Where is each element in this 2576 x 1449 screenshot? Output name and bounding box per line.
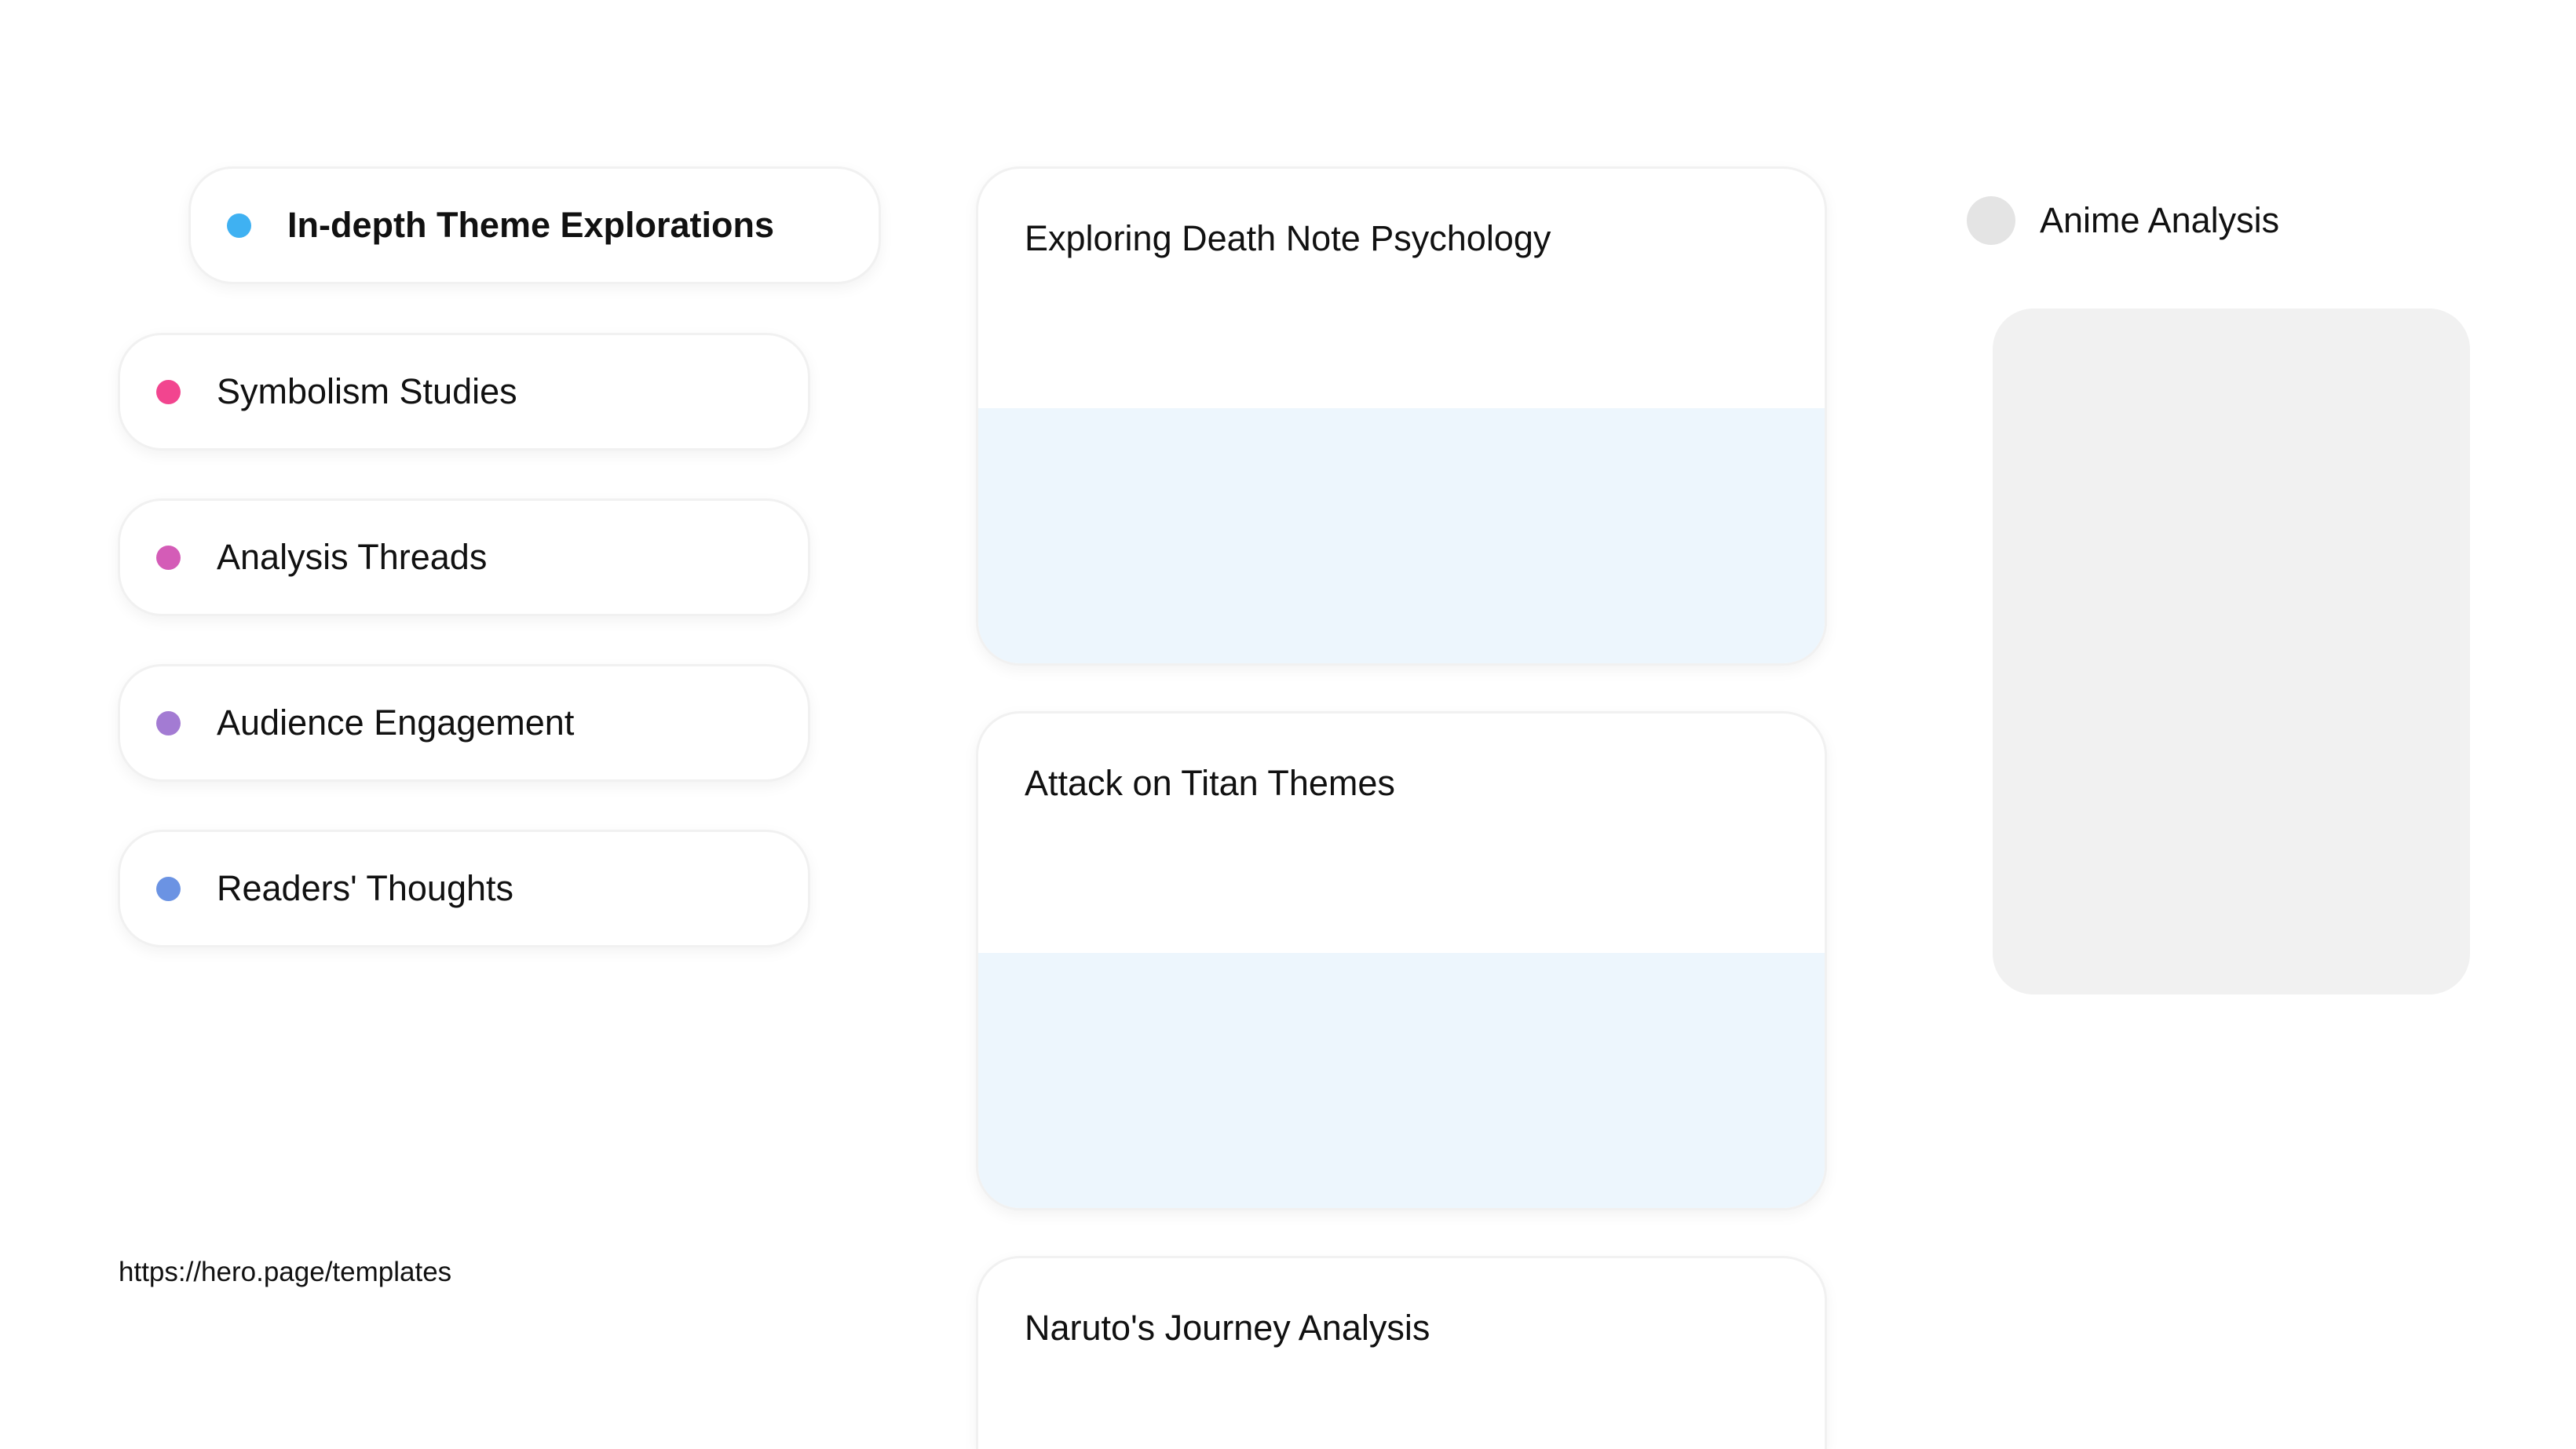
post-card-title: Exploring Death Note Psychology — [1025, 218, 1551, 258]
profile-label: Anime Analysis — [2040, 200, 2280, 240]
post-card-media — [978, 953, 1825, 1208]
dot-icon — [156, 545, 181, 570]
footer-url-link[interactable]: https://hero.page/templates — [119, 1257, 451, 1288]
dot-icon — [156, 379, 181, 404]
nav-item-symbolism-studies[interactable]: Symbolism Studies — [118, 333, 810, 451]
nav-item-label: Analysis Threads — [217, 537, 488, 577]
dot-icon — [156, 876, 181, 901]
post-card-title: Attack on Titan Themes — [1025, 763, 1395, 803]
nav-item-audience-engagement[interactable]: Audience Engagement — [118, 664, 810, 782]
page: In-depth Theme Explorations Symbolism St… — [0, 0, 2576, 1449]
nav-item-label: Symbolism Studies — [217, 371, 517, 411]
nav-item-theme-explorations[interactable]: In-depth Theme Explorations — [188, 166, 881, 284]
nav-item-readers-thoughts[interactable]: Readers' Thoughts — [118, 830, 810, 947]
post-card-title: Naruto's Journey Analysis — [1025, 1308, 1431, 1348]
nav-item-analysis-threads[interactable]: Analysis Threads — [118, 498, 810, 616]
dot-icon — [156, 710, 181, 735]
post-card-media — [978, 408, 1825, 663]
dot-icon — [227, 213, 251, 238]
post-card[interactable]: Attack on Titan Themes — [976, 711, 1827, 1210]
post-card[interactable]: Naruto's Journey Analysis — [976, 1256, 1827, 1449]
nav-item-label: Readers' Thoughts — [217, 868, 513, 908]
nav-item-label: In-depth Theme Explorations — [287, 205, 775, 245]
side-panel-placeholder — [1993, 308, 2470, 995]
nav-item-label: Audience Engagement — [217, 703, 575, 743]
avatar[interactable] — [1967, 196, 2015, 245]
post-card[interactable]: Exploring Death Note Psychology — [976, 166, 1827, 666]
